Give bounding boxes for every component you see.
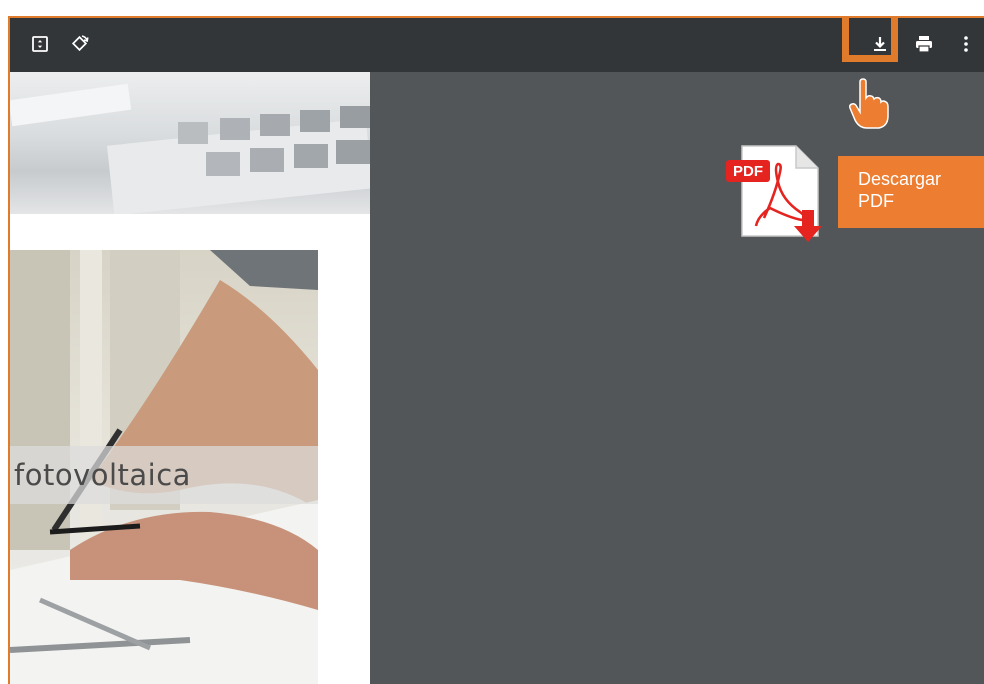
- rotate-icon: [71, 35, 89, 52]
- print-button[interactable]: [908, 28, 940, 60]
- pdf-page: fotovoltaica: [10, 72, 370, 684]
- pdf-download-icon: PDF: [724, 142, 834, 252]
- download-highlight-box: [842, 18, 898, 62]
- pointer-hand-icon: [843, 78, 895, 130]
- more-options-button[interactable]: [950, 28, 982, 60]
- pdf-badge-text: PDF: [733, 163, 763, 180]
- document-caption: fotovoltaica: [14, 458, 191, 492]
- pdf-viewer-window: fotovoltaica: [8, 16, 984, 684]
- viewer-toolbar: [10, 18, 984, 72]
- callout-line-1: Descargar: [858, 169, 942, 189]
- calculator-photo: [10, 72, 370, 214]
- callout-line-2: PDF: [858, 191, 894, 211]
- fit-page-button[interactable]: [24, 28, 56, 60]
- more-vert-icon: [964, 36, 968, 52]
- fit-page-icon: [32, 36, 48, 52]
- rotate-button[interactable]: [64, 28, 96, 60]
- print-icon: [916, 36, 932, 53]
- download-pdf-callout: Descargar PDF: [838, 156, 984, 228]
